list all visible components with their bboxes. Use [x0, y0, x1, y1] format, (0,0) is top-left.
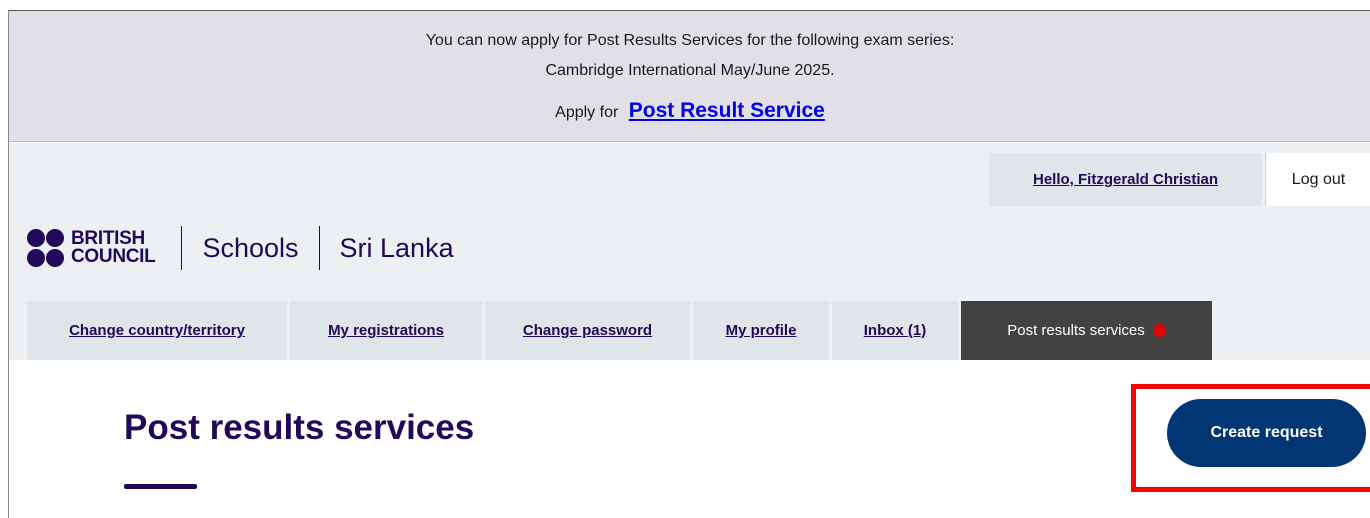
- create-request-button[interactable]: Create request: [1167, 399, 1366, 467]
- user-greeting-link[interactable]: Hello, Fitzgerald Christian: [989, 153, 1262, 206]
- banner-apply-line: Apply for Post Result Service: [9, 99, 1370, 123]
- nav-change-country[interactable]: Change country/territory: [27, 301, 287, 360]
- logo-line-2: COUNCIL: [71, 246, 156, 267]
- post-result-service-link[interactable]: Post Result Service: [629, 99, 825, 122]
- brand-section: Schools: [202, 232, 299, 263]
- nav-post-results-services[interactable]: Post results services: [961, 301, 1212, 360]
- announcement-banner: You can now apply for Post Results Servi…: [9, 11, 1370, 142]
- site-header: Hello, Fitzgerald Christian Log out BRIT…: [9, 143, 1370, 360]
- logo-wordmark: BRITISH COUNCIL: [71, 229, 156, 267]
- nav-my-profile[interactable]: My profile: [693, 301, 829, 360]
- nav-inbox[interactable]: Inbox (1): [832, 301, 958, 360]
- banner-line-2: Cambridge International May/June 2025.: [545, 62, 835, 79]
- banner-apply-prefix: Apply for: [555, 104, 619, 121]
- page-title: Post results services: [124, 408, 475, 447]
- brand-country: Sri Lanka: [339, 232, 454, 263]
- nav-my-registrations[interactable]: My registrations: [290, 301, 482, 360]
- brand-divider: [318, 226, 320, 270]
- notification-dot-icon: [1152, 324, 1166, 337]
- logout-button[interactable]: Log out: [1265, 153, 1370, 206]
- british-council-logo-icon: [27, 229, 67, 267]
- nav-post-results-label: Post results services: [1007, 322, 1145, 339]
- title-underline: [124, 484, 197, 489]
- nav-change-password[interactable]: Change password: [485, 301, 690, 360]
- brand-divider: [181, 226, 183, 270]
- main-nav: Change country/territory My registration…: [27, 301, 1215, 360]
- banner-line-1: You can now apply for Post Results Servi…: [425, 32, 955, 49]
- brand-logo[interactable]: BRITISH COUNCIL Schools Sri Lanka: [27, 226, 454, 270]
